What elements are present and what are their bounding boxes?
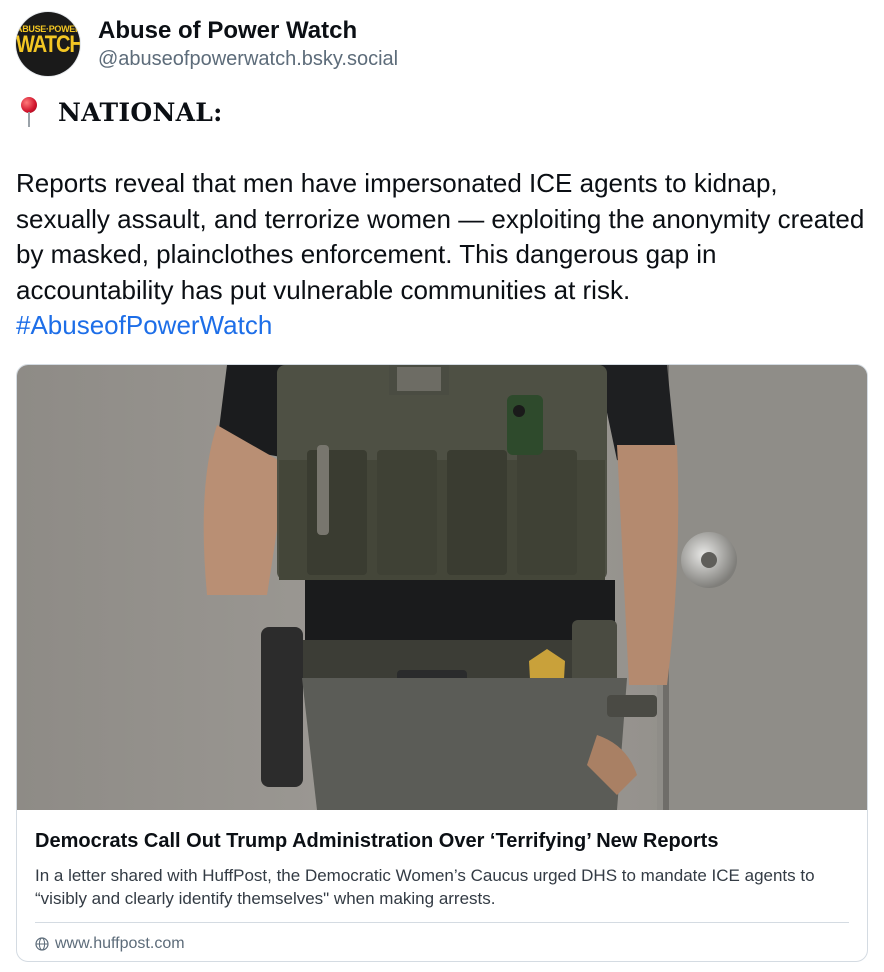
link-card-description: In a letter shared with HuffPost, the De… bbox=[35, 866, 815, 908]
link-card-domain-row[interactable]: www.huffpost.com bbox=[35, 935, 849, 953]
link-card-image[interactable] bbox=[17, 365, 867, 810]
hashtag-link[interactable]: #AbuseofPowerWatch bbox=[16, 310, 272, 340]
globe-icon bbox=[35, 937, 49, 951]
link-card[interactable]: Democrats Call Out Trump Administration … bbox=[16, 364, 868, 962]
post-heading-line: NATIONAL: bbox=[18, 92, 223, 132]
link-card-domain: www.huffpost.com bbox=[55, 935, 185, 952]
post-body: Reports reveal that men have impersonate… bbox=[16, 166, 868, 344]
author-handle[interactable]: @abuseofpowerwatch.bsky.social bbox=[98, 46, 398, 72]
post-header: ABUSE·POWER WATCH Abuse of Power Watch @… bbox=[16, 12, 398, 76]
link-card-title[interactable]: Democrats Call Out Trump Administration … bbox=[35, 826, 849, 856]
avatar-logo-main: WATCH bbox=[16, 31, 80, 59]
link-card-text: Democrats Call Out Trump Administration … bbox=[17, 810, 867, 953]
link-card-divider bbox=[35, 922, 849, 923]
author-display-name[interactable]: Abuse of Power Watch bbox=[98, 16, 398, 46]
post-heading: NATIONAL: bbox=[58, 97, 223, 127]
round-pushpin-icon bbox=[18, 95, 40, 129]
avatar[interactable]: ABUSE·POWER WATCH bbox=[16, 12, 80, 76]
post: ABUSE·POWER WATCH Abuse of Power Watch @… bbox=[0, 0, 884, 972]
author-names: Abuse of Power Watch @abuseofpowerwatch.… bbox=[98, 16, 398, 72]
post-body-text: Reports reveal that men have impersonate… bbox=[16, 168, 865, 305]
